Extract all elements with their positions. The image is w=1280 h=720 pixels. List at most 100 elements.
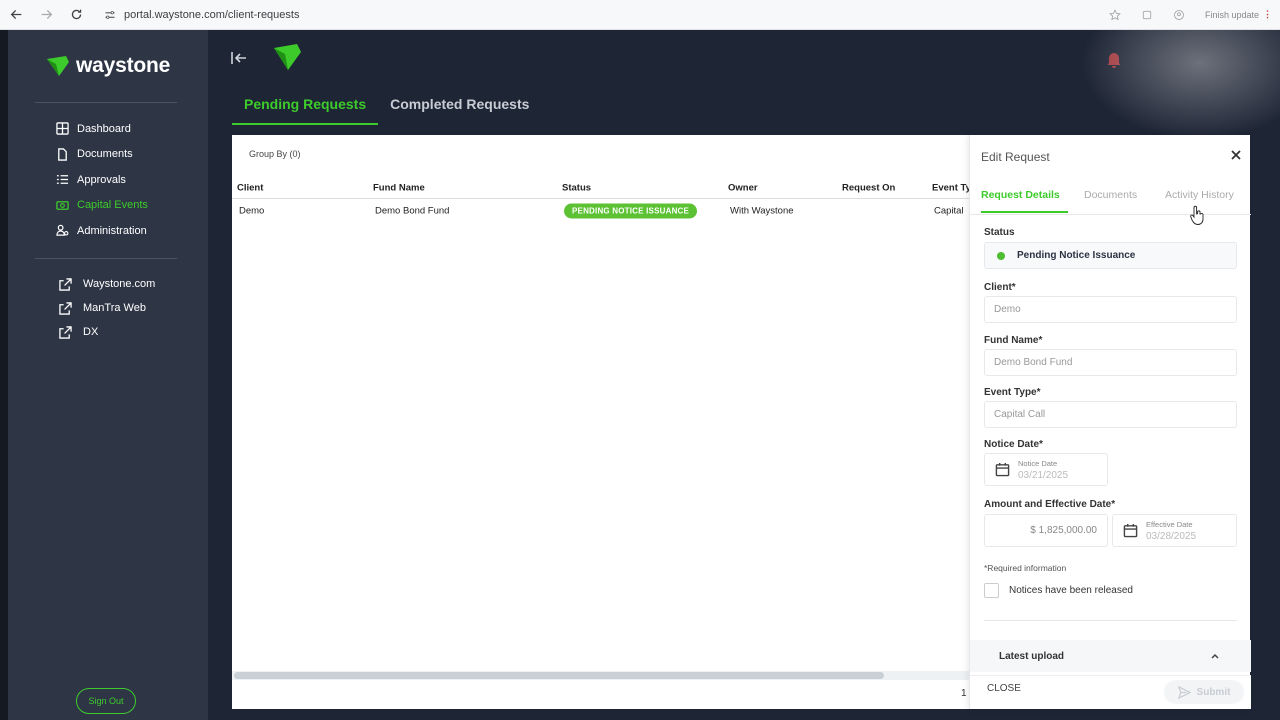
- notices-released-checkbox[interactable]: [984, 583, 999, 598]
- sidebar-divider: [35, 258, 177, 259]
- panel-footer: CLOSE Submit: [970, 675, 1251, 709]
- sidebar-link-label: Waystone.com: [83, 278, 156, 290]
- notice-date-field[interactable]: Notice Date 03/21/2025: [984, 453, 1108, 486]
- table-header: Client Fund Name Status Owner Request On…: [232, 177, 972, 199]
- column-header-status[interactable]: Status: [562, 182, 591, 193]
- forward-icon[interactable]: [32, 3, 60, 27]
- finish-update-label: Finish update: [1204, 9, 1259, 20]
- waystone-logo-icon: [274, 44, 301, 70]
- event-type-label: Event Type*: [984, 387, 1041, 398]
- sidebar: waystone Dashboard Documents Approvals C…: [8, 30, 208, 720]
- page-number[interactable]: 1: [961, 688, 967, 699]
- tab-request-details[interactable]: Request Details: [981, 189, 1068, 213]
- sidebar-item-label: Administration: [77, 224, 147, 237]
- submit-button[interactable]: Submit: [1164, 680, 1244, 704]
- close-icon[interactable]: [1230, 149, 1242, 161]
- submit-label: Submit: [1196, 686, 1231, 698]
- sidebar-item-label: Capital Events: [77, 199, 148, 212]
- site-settings-icon[interactable]: [104, 9, 116, 21]
- amount-effective-label: Amount and Effective Date*: [984, 499, 1116, 510]
- browser-toolbar: portal.waystone.com/client-requests Fini…: [0, 0, 1280, 30]
- grid-icon: [56, 122, 69, 135]
- cell-owner: With Waystone: [730, 205, 794, 217]
- reload-icon[interactable]: [62, 3, 90, 27]
- notification-bell-icon[interactable]: [1106, 50, 1122, 68]
- client-field[interactable]: Demo: [984, 296, 1237, 323]
- cell-fund-name: Demo Bond Fund: [375, 205, 450, 217]
- external-link-icon: [59, 325, 72, 339]
- notice-date-label: Notice Date*: [984, 439, 1043, 450]
- horizontal-scrollbar[interactable]: [232, 671, 972, 680]
- sidebar-nav: Dashboard Documents Approvals Capital Ev…: [56, 116, 148, 244]
- calendar-icon[interactable]: [1123, 523, 1138, 538]
- column-header-event-type[interactable]: Event Ty: [932, 182, 971, 193]
- amount-field[interactable]: $ 1,825,000.00: [984, 514, 1108, 547]
- column-header-client[interactable]: Client: [237, 182, 263, 193]
- sign-out-button[interactable]: Sign Out: [76, 688, 136, 714]
- sidebar-link-waystone[interactable]: Waystone.com: [59, 272, 155, 296]
- sidebar-item-administration[interactable]: Administration: [56, 218, 148, 244]
- panel-tabs: Request Details Documents Activity Histo…: [970, 181, 1251, 215]
- sidebar-link-dx[interactable]: DX: [59, 320, 155, 344]
- column-header-request-on[interactable]: Request On: [842, 182, 895, 193]
- sidebar-link-label: ManTra Web: [83, 302, 146, 314]
- waystone-logo-icon: [47, 56, 69, 76]
- notices-released-label: Notices have been released: [1009, 585, 1133, 596]
- sidebar-item-capital-events[interactable]: Capital Events: [56, 193, 148, 219]
- scrollbar-thumb[interactable]: [234, 672, 884, 679]
- sidebar-link-label: DX: [83, 326, 99, 338]
- notice-date-caption: Notice Date: [1018, 458, 1058, 468]
- panel-divider: [984, 620, 1237, 621]
- status-dot-icon: [997, 251, 1005, 260]
- request-tabs: Pending Requests Completed Requests: [232, 88, 541, 125]
- tab-documents[interactable]: Documents: [1084, 189, 1137, 211]
- calendar-icon[interactable]: [995, 462, 1010, 477]
- column-header-fund-name[interactable]: Fund Name: [373, 182, 425, 193]
- tab-pending-requests[interactable]: Pending Requests: [232, 88, 379, 125]
- table-row[interactable]: Demo Demo Bond Fund PENDING NOTICE ISSUA…: [232, 199, 972, 223]
- sidebar-item-label: Documents: [77, 148, 133, 161]
- status-value: Pending Notice Issuance: [1017, 250, 1136, 261]
- latest-upload-section[interactable]: Latest upload: [970, 640, 1251, 672]
- extension-icon[interactable]: [1141, 9, 1153, 21]
- hand-cursor-icon: [1190, 205, 1204, 225]
- status-label: Status: [984, 227, 1015, 238]
- event-type-field[interactable]: Capital Call: [984, 401, 1237, 428]
- notices-released-row[interactable]: Notices have been released: [984, 583, 1133, 598]
- star-icon[interactable]: [1109, 8, 1121, 21]
- sidebar-link-mantra[interactable]: ManTra Web: [59, 296, 155, 320]
- brand-name: waystone: [76, 54, 171, 77]
- sidebar-divider: [35, 102, 177, 103]
- collapse-sidebar-icon[interactable]: [230, 49, 248, 67]
- notice-date-value: 03/21/2025: [1018, 469, 1069, 481]
- menu-dots-icon: ⋮: [1263, 9, 1272, 19]
- url-text: portal.waystone.com/client-requests: [124, 8, 300, 21]
- required-info-note: *Required information: [984, 563, 1067, 573]
- sidebar-links: Waystone.com ManTra Web DX: [59, 272, 155, 344]
- status-badge: PENDING NOTICE ISSUANCE: [564, 203, 698, 219]
- back-icon[interactable]: [2, 3, 30, 27]
- finish-update-button[interactable]: Finish update ⋮: [1205, 9, 1272, 20]
- edit-request-panel: Edit Request Request Details Documents A…: [969, 135, 1251, 709]
- window-edge: [0, 30, 8, 720]
- chevron-up-icon[interactable]: [1210, 651, 1220, 661]
- client-label: Client*: [984, 282, 1016, 293]
- sidebar-item-documents[interactable]: Documents: [56, 142, 148, 168]
- address-bar[interactable]: portal.waystone.com/client-requests: [104, 9, 299, 21]
- effective-date-value: 03/28/2025: [1146, 530, 1197, 542]
- column-header-owner[interactable]: Owner: [728, 182, 758, 193]
- brand-logo[interactable]: waystone: [46, 54, 170, 78]
- sidebar-item-approvals[interactable]: Approvals: [56, 167, 148, 193]
- profile-icon[interactable]: [1173, 9, 1185, 21]
- fund-name-field[interactable]: Demo Bond Fund: [984, 349, 1237, 376]
- panel-title: Edit Request: [981, 150, 1050, 164]
- external-link-icon: [59, 301, 72, 315]
- users-cog-icon: [56, 225, 69, 236]
- sidebar-item-dashboard[interactable]: Dashboard: [56, 116, 148, 142]
- effective-date-field[interactable]: Effective Date 03/28/2025: [1112, 514, 1237, 547]
- tab-completed-requests[interactable]: Completed Requests: [378, 88, 541, 125]
- close-button[interactable]: CLOSE: [987, 683, 1021, 694]
- cell-event-type: Capital: [934, 205, 964, 217]
- group-by-label[interactable]: Group By (0): [249, 149, 301, 159]
- requests-table: Client Fund Name Status Owner Request On…: [232, 177, 972, 223]
